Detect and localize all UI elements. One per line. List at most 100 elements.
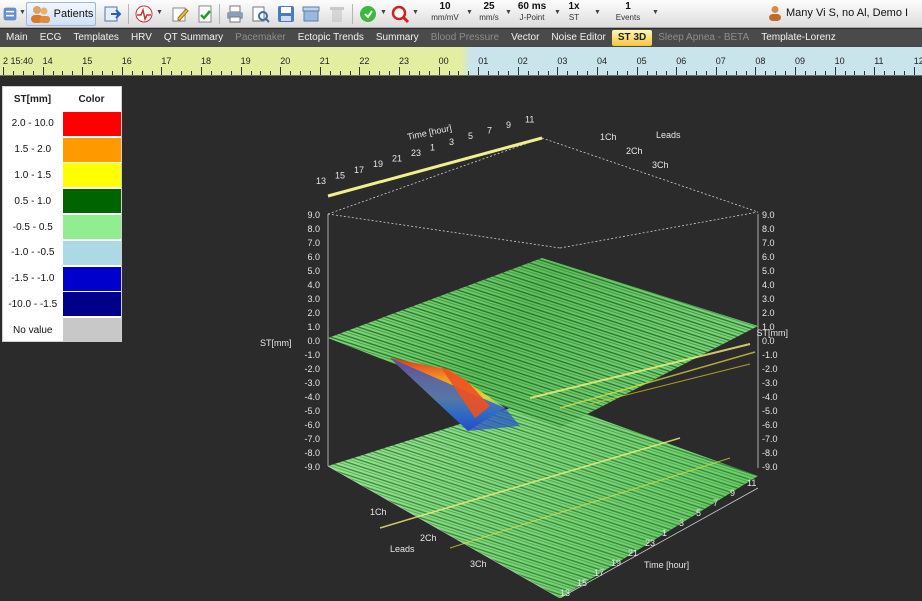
gain-setting[interactable]: 10 mm/mV	[426, 1, 464, 23]
delete-button[interactable]	[326, 2, 348, 26]
save-button[interactable]	[275, 2, 297, 26]
timeline-ruler[interactable]: 2 15:40 14 15 16 17 18 19 20 21 22 23 00 01 02 03 04 05 0…	[0, 47, 922, 76]
app-menu-button[interactable]	[2, 2, 18, 26]
chevron-down-icon[interactable]: ▼	[19, 9, 26, 16]
print-button[interactable]	[224, 2, 246, 26]
timeline-tick	[161, 67, 163, 75]
timeline-tick	[349, 71, 351, 75]
tab-qt-summary[interactable]: QT Summary	[158, 30, 229, 46]
user-account[interactable]: Many Vi S, no Al, Demo I	[768, 5, 908, 21]
time-tick-top: 17	[354, 165, 364, 175]
events-setting[interactable]: 1 Events	[610, 1, 646, 23]
tab-ectopic-trends[interactable]: Ectopic Trends	[292, 30, 370, 46]
jpoint-setting[interactable]: 60 ms J-Point	[512, 1, 552, 23]
timeline-hour-label: 01	[478, 56, 489, 66]
st-scale-unit: ST	[568, 13, 580, 22]
main-toolbar: ▼ Patients ▼ ▼ ▼ 10 mm/mV ▼ 25 mm/s ▼ 60…	[0, 0, 922, 28]
tab-pacemaker[interactable]: Pacemaker	[229, 30, 292, 46]
st-tick-left: 2.0	[307, 308, 320, 318]
timeline-hour-label: 03	[557, 56, 568, 66]
ecg-heart-icon	[135, 5, 153, 23]
st-3d-plot[interactable]: ST[mm] ST[mm] Leads Leads Time [hour] Ti…	[230, 108, 790, 598]
st-tick-right: 5.0	[762, 266, 775, 276]
st-tick-right: -9.0	[762, 462, 778, 472]
timeline-tick	[418, 71, 420, 75]
time-tick-top: 9	[506, 120, 511, 130]
timeline-hour-label: 16	[121, 56, 132, 66]
timeline-tick	[230, 71, 232, 75]
archive-button[interactable]	[300, 2, 322, 26]
timeline-tick	[765, 71, 767, 75]
tab-summary[interactable]: Summary	[370, 30, 425, 46]
st-tick-right: 7.0	[762, 238, 775, 248]
st-tick-right: 6.0	[762, 252, 775, 262]
tab-sleep-apnea-beta[interactable]: Sleep Apnea - BETA	[652, 30, 755, 46]
st-tick-left: 1.0	[307, 322, 320, 332]
chevron-down-icon[interactable]: ▼	[554, 9, 561, 16]
patients-button[interactable]: Patients	[26, 2, 96, 26]
timeline-hour-label: 19	[240, 56, 251, 66]
edit-button[interactable]	[169, 2, 191, 26]
time-tick-top: 5	[468, 131, 473, 141]
speed-unit: mm/s	[479, 13, 499, 22]
tab-blood-pressure[interactable]: Blood Pressure	[425, 30, 505, 46]
time-tick-top: 7	[487, 126, 492, 136]
print-preview-button[interactable]	[249, 2, 271, 26]
st-color-legend: ST[mm] Color 2.0 - 10.0 1.5 - 2.0 1.0 - 1.…	[2, 86, 122, 343]
time-tick-bottom: 19	[611, 558, 621, 568]
chevron-down-icon[interactable]: ▼	[594, 9, 601, 16]
time-tick-top: 3	[449, 137, 454, 147]
ecg-tool-button[interactable]	[133, 2, 155, 26]
tab-noise-editor[interactable]: Noise Editor	[545, 30, 611, 46]
timeline-tick	[616, 71, 618, 75]
timeline-tick	[824, 71, 826, 75]
timeline-hour-label: 00	[438, 56, 449, 66]
time-tick-bottom: 1	[662, 528, 667, 538]
timeline-tick	[72, 71, 74, 75]
go-button[interactable]	[357, 2, 379, 26]
tab-templates[interactable]: Templates	[67, 30, 125, 46]
timeline-tick	[359, 67, 361, 75]
st-tick-left: -5.0	[304, 406, 320, 416]
st-tick-left: 7.0	[307, 238, 320, 248]
tab-vector[interactable]: Vector	[505, 30, 545, 46]
st-scale-setting[interactable]: 1x ST	[564, 1, 584, 23]
timeline-tick	[468, 71, 470, 75]
legend-color-swatch	[62, 111, 121, 136]
tab-main[interactable]: Main	[0, 30, 34, 46]
tab-template-lorenz[interactable]: Template-Lorenz	[755, 30, 841, 46]
legend-range: -10.0 - -1.5	[8, 298, 58, 310]
tab-hrv[interactable]: HRV	[125, 30, 158, 46]
st-tick-left: -9.0	[304, 462, 320, 472]
document-check-icon	[198, 5, 212, 23]
legend-range: -1.0 - -0.5	[11, 247, 55, 259]
user-name: Many Vi S, no Al, Demo I	[786, 7, 909, 19]
chevron-down-icon[interactable]: ▼	[505, 9, 512, 16]
confirm-document-button[interactable]	[194, 2, 216, 26]
timeline-tick	[537, 71, 539, 75]
timeline-tick	[111, 71, 113, 75]
st-tick-right: -8.0	[762, 448, 778, 458]
timeline-tick	[498, 71, 499, 75]
search-button[interactable]	[389, 2, 411, 26]
chevron-down-icon[interactable]: ▼	[652, 9, 659, 16]
lead-tick-top: 3Ch	[652, 160, 669, 170]
legend-row: No value	[3, 317, 121, 343]
chevron-down-icon[interactable]: ▼	[412, 9, 419, 16]
chevron-down-icon[interactable]: ▼	[466, 9, 473, 16]
chevron-down-icon[interactable]: ▼	[380, 9, 387, 16]
st-tick-left: 9.0	[307, 210, 320, 220]
timeline-tick	[894, 71, 895, 75]
timeline-tick	[567, 71, 569, 75]
timeline-hour-label: 07	[715, 56, 726, 66]
timeline-tick	[309, 71, 311, 75]
disk-icon	[278, 6, 294, 22]
tab-st-3d[interactable]: ST 3D	[611, 30, 653, 46]
timeline-tick	[547, 71, 549, 75]
chevron-down-icon[interactable]: ▼	[156, 9, 163, 16]
tab-ecg[interactable]: ECG	[34, 30, 68, 46]
box-edge-top-front-right	[559, 211, 759, 249]
export-button[interactable]	[102, 2, 124, 26]
speed-setting[interactable]: 25 mm/s	[474, 1, 504, 23]
patients-label: Patients	[53, 8, 94, 20]
